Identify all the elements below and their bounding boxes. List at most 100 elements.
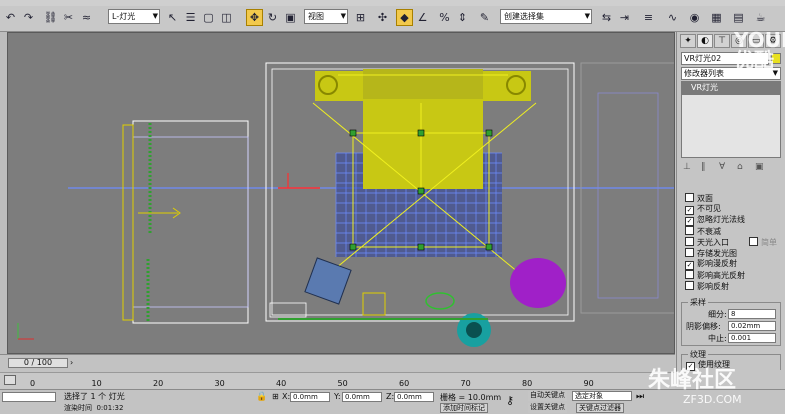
render-frame-icon[interactable]: ▤	[730, 9, 747, 26]
shadow-bias-value: 0.02mm	[731, 322, 761, 330]
selection-filter-dropdown[interactable]: L-灯光 ▼	[108, 9, 160, 24]
modifier-list-value: 修改器列表	[684, 69, 724, 78]
window-crossing-icon[interactable]: ◫	[218, 9, 235, 26]
set-key-label: 设置关键点	[530, 403, 565, 411]
site-url-watermark: ZF3D.COM	[683, 393, 742, 406]
option-simple[interactable]: 简单	[749, 237, 777, 248]
select-and-move-icon[interactable]: ✥	[246, 9, 263, 26]
show-end-result-icon[interactable]: ‖	[701, 162, 706, 172]
edit-named-selections-icon[interactable]: ✎	[476, 9, 493, 26]
option-store-irradiance[interactable]: 存储发光图	[685, 248, 737, 259]
percent-snap-icon[interactable]: %	[436, 9, 453, 26]
option-affect-diffuse[interactable]: ✓ 影响漫反射	[685, 259, 737, 270]
texture-title: 纹理	[688, 349, 708, 360]
left-edge-strip	[0, 32, 7, 372]
option-ignore-light-normals[interactable]: ✓ 忽略灯光法线	[685, 215, 745, 226]
go-to-end-icon[interactable]: ⏭	[636, 392, 644, 402]
next-frame-icon[interactable]: ›	[70, 358, 80, 368]
rectangular-selection-icon[interactable]: ▢	[200, 9, 217, 26]
render-time: 渲染时间 0:01:32	[64, 403, 123, 413]
selection-filter-value: L-灯光	[112, 12, 136, 21]
select-and-manipulate-icon[interactable]: ✣	[374, 9, 391, 26]
cutoff-spinner[interactable]: 0.001	[728, 333, 776, 343]
left-light-panel	[122, 124, 134, 321]
add-time-tag-button[interactable]: 添加时间标记	[440, 403, 488, 413]
render-icon[interactable]: ☕	[752, 9, 769, 26]
checkbox[interactable]	[749, 237, 758, 246]
undo-icon[interactable]: ↶	[2, 9, 19, 26]
checkbox-checked[interactable]: ✓	[685, 217, 694, 226]
option-label: 存储发光图	[697, 249, 737, 258]
maxscript-listener[interactable]	[2, 392, 56, 402]
named-selection-dropdown[interactable]: 创建选择集 ▼	[500, 9, 592, 24]
link-icon[interactable]: ⛓	[42, 9, 59, 26]
snaps-toggle-icon[interactable]: ◆	[396, 9, 413, 26]
checkbox[interactable]	[685, 281, 694, 290]
checkbox[interactable]	[685, 193, 694, 202]
select-and-scale-icon[interactable]: ▣	[282, 9, 299, 26]
checkbox[interactable]	[685, 226, 694, 235]
option-invisible[interactable]: ✓ 不可见	[685, 204, 721, 215]
remove-modifier-icon[interactable]: ⌂	[737, 162, 743, 172]
create-tab-icon[interactable]: ✦	[680, 34, 696, 48]
checkbox[interactable]	[685, 248, 694, 257]
shadow-bias-spinner[interactable]: 0.02mm	[728, 321, 776, 331]
align-icon[interactable]: ⇥	[616, 9, 633, 26]
timeline-tick-label: 30	[214, 379, 225, 388]
redo-icon[interactable]: ↷	[20, 9, 37, 26]
timeline-ruler[interactable]: 0 10 20 30 40 50 60 70 80 90	[0, 372, 675, 390]
checkbox[interactable]	[685, 237, 694, 246]
y-coordinate-field[interactable]: 0.0mm	[342, 392, 382, 402]
modifier-stack-item[interactable]: VR灯光	[681, 81, 781, 94]
z-coordinate-field[interactable]: 0.0mm	[394, 392, 434, 402]
material-editor-icon[interactable]: ◉	[686, 9, 703, 26]
angle-snap-icon[interactable]: ∠	[414, 9, 431, 26]
auto-key-button[interactable]: 自动关键点	[528, 391, 567, 401]
configure-sets-icon[interactable]: ▣	[755, 162, 764, 172]
option-double-sided[interactable]: 双面	[685, 193, 713, 204]
selected-objects-dropdown[interactable]: 选定对象	[572, 391, 632, 401]
auto-key-label: 自动关键点	[530, 391, 565, 399]
time-slider[interactable]: 0 / 100	[8, 358, 68, 368]
lock-selection-icon[interactable]: 🔒	[256, 392, 267, 402]
checkbox[interactable]	[685, 270, 694, 279]
spinner-snap-icon[interactable]: ⇕	[454, 9, 471, 26]
key-icon[interactable]: ⚷	[506, 394, 514, 407]
select-and-rotate-icon[interactable]: ↻	[264, 9, 281, 26]
render-setup-icon[interactable]: ▦	[708, 9, 725, 26]
pin-stack-icon[interactable]: ⊥	[683, 162, 691, 172]
option-label: 影响漫反射	[697, 259, 737, 268]
timeline-tick-label: 90	[583, 379, 594, 388]
x-coordinate-field[interactable]: 0.0mm	[290, 392, 330, 402]
option-affect-reflections[interactable]: 影响反射	[685, 281, 729, 292]
mirror-icon[interactable]: ⇆	[598, 9, 615, 26]
x-label: X:	[282, 392, 291, 401]
layer-manager-icon[interactable]: ≡	[640, 9, 657, 26]
absolute-mode-icon[interactable]: ⊞	[272, 392, 279, 401]
option-affect-specular[interactable]: 影响高光反射	[685, 270, 745, 281]
y-label: Y:	[334, 392, 341, 401]
option-no-decay[interactable]: 不衰减	[685, 226, 721, 237]
checkbox-checked[interactable]: ✓	[685, 206, 694, 215]
timeline-tick-label: 10	[91, 379, 102, 388]
select-object-icon[interactable]: ↖	[164, 9, 181, 26]
modify-tab-icon[interactable]: ◐	[697, 34, 713, 48]
modifier-stack-list[interactable]	[681, 94, 781, 158]
make-unique-icon[interactable]: ∀	[719, 162, 725, 172]
option-skylight-portal[interactable]: 天光入口	[685, 237, 729, 248]
bind-spacewarp-icon[interactable]: ≈	[78, 9, 95, 26]
subdivs-spinner[interactable]: 8	[728, 309, 776, 319]
set-key-button[interactable]: 设置关键点	[528, 403, 567, 413]
unlink-icon[interactable]: ✂	[60, 9, 77, 26]
key-filters-button[interactable]: 关键点过滤器	[576, 403, 624, 413]
checkbox-checked[interactable]: ✓	[685, 261, 694, 270]
mini-curve-editor-icon[interactable]	[4, 375, 16, 385]
pivot-center-icon[interactable]: ⊞	[352, 9, 369, 26]
object-name-value: VR灯光02	[684, 54, 722, 63]
curve-editor-icon[interactable]: ∿	[664, 9, 681, 26]
select-by-name-icon[interactable]: ☰	[182, 9, 199, 26]
top-viewport[interactable]	[7, 32, 675, 354]
reference-coordinate-dropdown[interactable]: 视图 ▼	[304, 9, 348, 24]
timeline-tick-label: 40	[276, 379, 287, 388]
hierarchy-tab-icon[interactable]: ⊤	[714, 34, 730, 48]
